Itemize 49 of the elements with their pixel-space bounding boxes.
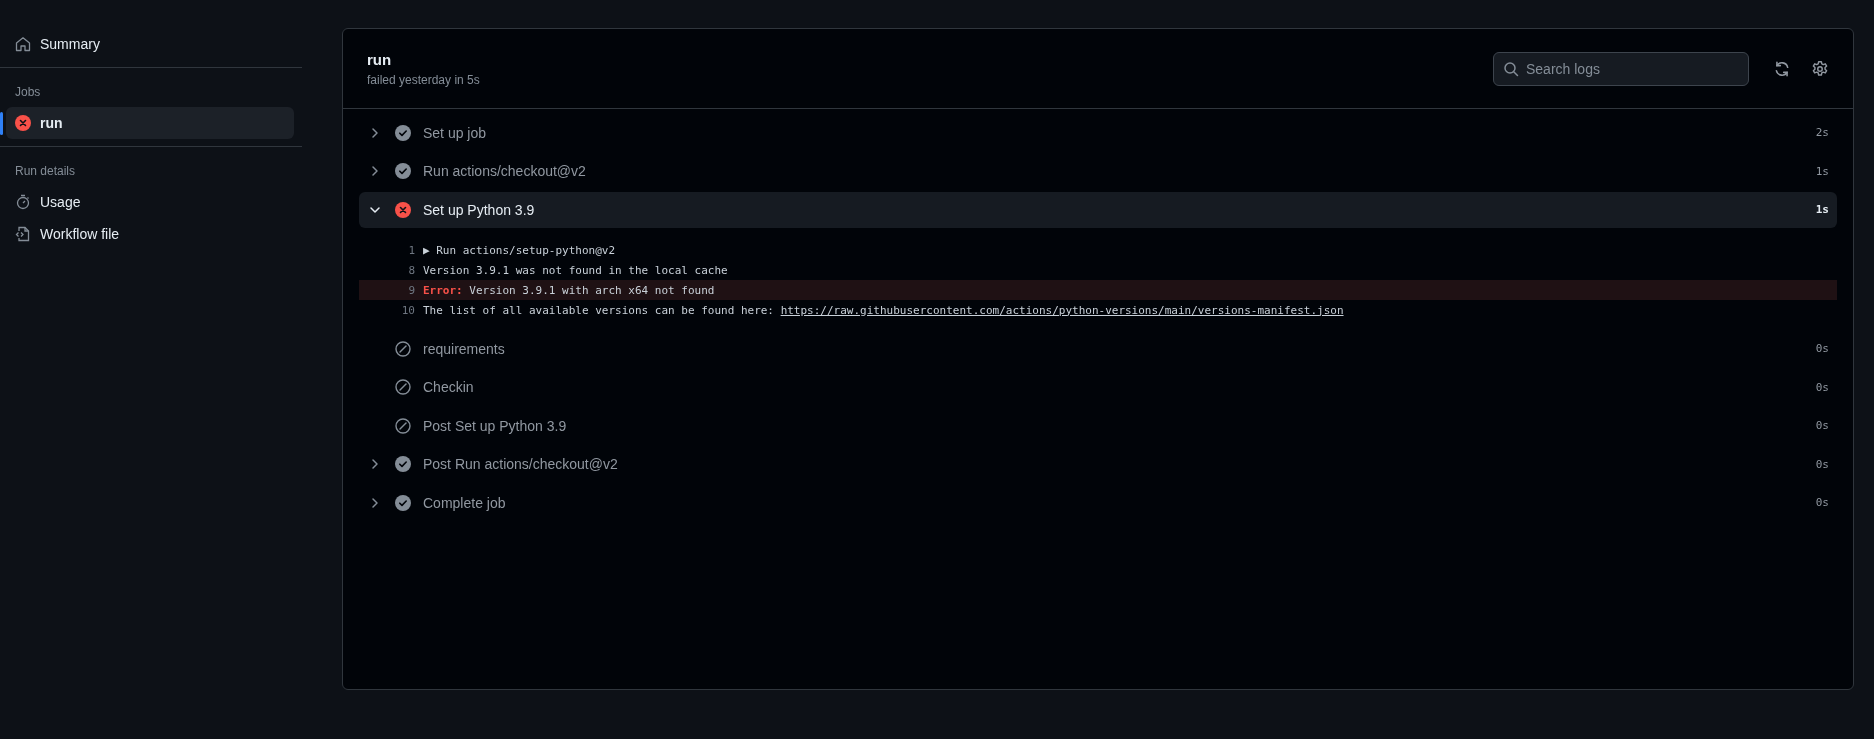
step-name: Checkin <box>423 379 475 395</box>
line-number: 9 <box>407 283 416 297</box>
log-text: Error: Version 3.9.1 with arch x64 not found <box>423 283 715 297</box>
search-field[interactable]: Search logs <box>1493 51 1749 86</box>
step-duration: 0s <box>1815 496 1829 509</box>
step-name: requirements <box>423 340 506 357</box>
summary-link[interactable]: Summary <box>6 28 294 60</box>
section-heading: Jobs <box>14 84 42 101</box>
line-number: 10 <box>400 303 416 317</box>
step-row[interactable]: Post Run actions/checkout@v2 0s <box>359 446 1837 482</box>
job-status-text: failed yesterday in 5s <box>367 72 481 87</box>
step-name: Run actions/checkout@v2 <box>423 163 587 179</box>
step-name: Set up job <box>423 124 488 141</box>
line-number: 1 <box>407 243 416 257</box>
step-row[interactable]: Run actions/checkout@v2 1s <box>359 153 1837 189</box>
step-name: Post Set up Python 3.9 <box>423 417 568 434</box>
settings-button[interactable] <box>1811 59 1829 78</box>
settings-icon <box>1811 59 1829 78</box>
stopwatch-icon <box>15 194 31 210</box>
step-row[interactable]: Complete job 0s <box>359 484 1837 521</box>
step-duration: 0s <box>1815 380 1829 394</box>
code-file-icon <box>15 226 31 242</box>
selection-indicator <box>0 112 3 135</box>
section-heading: Run details <box>14 163 77 180</box>
refresh-icon <box>1773 59 1791 78</box>
step-duration: 0s <box>1815 457 1829 471</box>
refresh-button[interactable] <box>1773 59 1791 78</box>
step-name: Post Run actions/checkout@v2 <box>423 456 619 472</box>
sidebar-link[interactable]: Usage <box>6 186 294 218</box>
step-row[interactable]: Checkin 0s <box>359 369 1837 405</box>
log-text: Version 3.9.1 was not found in the local cache <box>423 263 728 277</box>
step-name: Complete job <box>423 494 507 511</box>
step-duration: 1s <box>1815 203 1829 216</box>
sidebar-link[interactable]: Workflow file <box>6 218 294 250</box>
step-name: Set up Python 3.9 <box>423 201 536 218</box>
home-icon <box>15 36 31 52</box>
step-duration: 0s <box>1815 342 1829 355</box>
log-text: ▶ Run actions/setup-python@v2 <box>423 243 616 257</box>
log-link[interactable]: https://raw.githubusercontent.com/actions/python-versions/main/versions-manifest.json <box>780 303 1344 317</box>
line-number: 8 <box>407 263 416 277</box>
step-row[interactable]: Set up Python 3.9 1s <box>359 191 1837 228</box>
step-row[interactable]: requirements 0s <box>359 330 1837 367</box>
step-duration: 1s <box>1815 164 1829 178</box>
step-row[interactable]: Post Set up Python 3.9 0s <box>359 407 1837 444</box>
job-title: run <box>367 50 393 68</box>
step-duration: 2s <box>1815 126 1829 139</box>
log-text: The list of all available versions can be found here: https://raw.githubusercontent.com/actions/python-versions/main/versions-manifest.json <box>423 303 1344 317</box>
step-duration: 0s <box>1815 419 1829 432</box>
step-row[interactable]: Set up job 2s <box>359 114 1837 151</box>
